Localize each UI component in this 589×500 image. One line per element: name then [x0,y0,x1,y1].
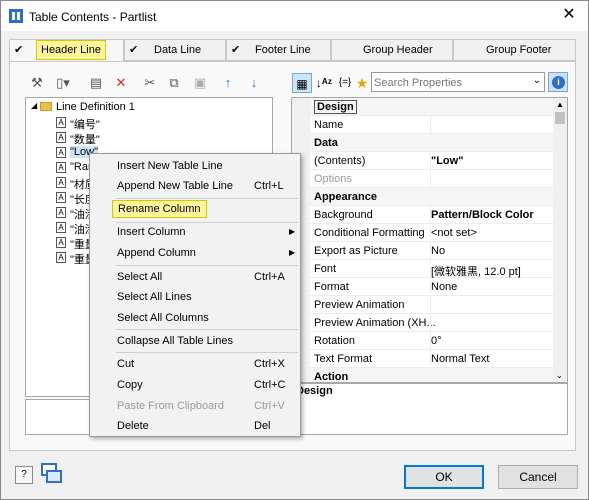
text-field-icon: A [56,162,66,173]
menu-select-all-columns[interactable]: Select All Columns [90,308,300,328]
tab-check-icon: ✔ [129,44,139,56]
delete-icon[interactable]: ✕ [112,75,130,91]
menu-delete[interactable]: Delete Del [90,416,300,436]
move-down-icon[interactable]: ↓ [245,75,263,91]
menu-copy[interactable]: Copy Ctrl+C [90,375,300,395]
tab-group-header[interactable]: Group Header [331,39,453,61]
categorized-view-icon[interactable]: ▦ [292,73,312,93]
prop-background[interactable]: Background Pattern/Block Color [310,206,555,224]
property-description: Design [291,383,568,435]
menu-separator [116,265,298,266]
new-line-dropdown-icon[interactable]: ▯▾ [51,75,75,91]
prop-rotation[interactable]: Rotation 0° [310,332,555,350]
star-icon[interactable]: ★ [352,73,372,93]
menu-insert-column[interactable]: Insert Column ▶ [90,222,300,242]
category-design[interactable]: Design [310,98,555,116]
tab-label: Header Line [36,40,106,60]
prop-format[interactable]: Format None [310,278,555,296]
tab-group-footer[interactable]: Group Footer [453,39,576,61]
text-field-icon: A [56,132,66,143]
tab-bar: ✔ Header Line ✔ Data Line ✔ Footer Line … [9,39,576,61]
menu-collapse-all-table-lines[interactable]: Collapse All Table Lines [90,331,300,351]
tab-label: Footer Line [255,44,311,56]
text-field-icon: A [56,147,66,158]
text-field-icon: A [56,252,66,263]
text-field-icon: A [56,192,66,203]
window-title: Table Contents - Partlist [29,10,157,24]
prop-name[interactable]: Name [310,116,555,134]
prop-font[interactable]: Font [微软雅黑, 12.0 pt] [310,260,555,278]
menu-append-new-table-line[interactable]: Append New Table Line Ctrl+L [90,176,300,196]
info-button[interactable]: i [548,72,568,92]
menu-select-all[interactable]: Select All Ctrl+A [90,267,300,287]
tab-header-line[interactable]: ✔ Header Line [9,39,124,61]
text-field-icon: A [56,222,66,233]
menu-insert-new-table-line[interactable]: Insert New Table Line [90,156,300,176]
menu-separator [116,329,298,330]
wand-icon[interactable]: ⚒ [28,75,46,91]
sort-az-icon[interactable]: ↓ᴬᶻ [314,73,334,93]
context-menu: Insert New Table Line Append New Table L… [89,153,301,437]
prop-contents[interactable]: (Contents) "Low" [310,152,555,170]
tab-check-icon: ✔ [231,44,241,56]
text-field-icon: A [56,117,66,128]
cut-icon[interactable]: ✂ [141,75,159,91]
copy-icon[interactable]: ⧉ [165,75,183,91]
properties-icon[interactable]: ▤ [87,75,105,91]
submenu-arrow-icon: ▶ [289,227,296,236]
chevron-down-icon[interactable]: ⌄ [533,75,541,86]
category-appearance[interactable]: Appearance [310,188,555,206]
property-grid[interactable]: Design Name Data (Contents) "Low" Options… [291,97,568,383]
text-field-icon: A [56,177,66,188]
close-icon[interactable]: ✕ [560,6,578,24]
category-data[interactable]: Data [310,134,555,152]
menu-paste-from-clipboard[interactable]: Paste From Clipboard Ctrl+V [90,396,300,416]
cascade-windows-icon[interactable] [41,463,63,485]
prop-options[interactable]: Options [310,170,555,188]
help-button[interactable]: ? [15,466,33,484]
tab-check-icon: ✔ [14,44,24,56]
tab-data-line[interactable]: ✔ Data Line [124,39,226,61]
search-input[interactable] [374,75,524,90]
dialog-window: Table Contents - Partlist ✕ ✔ Header Lin… [0,0,589,500]
tab-label: Data Line [154,44,202,56]
menu-separator [116,352,298,353]
app-icon [9,9,23,23]
prop-preview-animation-xhtml[interactable]: Preview Animation (XH... [310,314,555,332]
submenu-arrow-icon: ▶ [289,248,296,257]
move-up-icon[interactable]: ↑ [219,75,237,91]
cancel-button[interactable]: Cancel [498,465,578,489]
text-field-icon: A [56,207,66,218]
folder-icon [40,102,52,111]
search-properties-field[interactable]: ⌄ [371,72,545,92]
scroll-down-icon[interactable]: ⌄ [556,371,563,380]
menu-append-column[interactable]: Append Column ▶ [90,243,300,263]
prop-export-as-picture[interactable]: Export as Picture No [310,242,555,260]
menu-cut[interactable]: Cut Ctrl+X [90,354,300,374]
description-title: Design [296,385,333,397]
paste-icon[interactable]: ▣ [191,75,209,91]
collapse-icon[interactable]: ◢ [31,101,37,110]
tab-footer-line[interactable]: ✔ Footer Line [226,39,331,61]
menu-rename-column[interactable]: Rename Column [90,199,300,219]
info-icon: i [552,76,565,89]
menu-select-all-lines[interactable]: Select All Lines [90,287,300,307]
text-field-icon: A [56,237,66,248]
prop-preview-animation[interactable]: Preview Animation [310,296,555,314]
tab-label: Group Header [363,44,433,56]
title-bar: Table Contents - Partlist ✕ [1,1,588,31]
category-action[interactable]: Action [310,368,555,382]
tab-label: Group Footer [486,44,552,56]
help-icon: ? [21,469,27,480]
prop-conditional-formatting[interactable]: Conditional Formatting <not set> [310,224,555,242]
tree-root-label: Line Definition 1 [56,101,135,113]
property-scrollbar[interactable]: ▲ ⌄ [553,98,567,382]
prop-text-format[interactable]: Text Format Normal Text [310,350,555,368]
ok-button[interactable]: OK [404,465,484,489]
scroll-up-icon[interactable]: ▲ [556,100,564,109]
scroll-thumb[interactable] [555,112,565,124]
